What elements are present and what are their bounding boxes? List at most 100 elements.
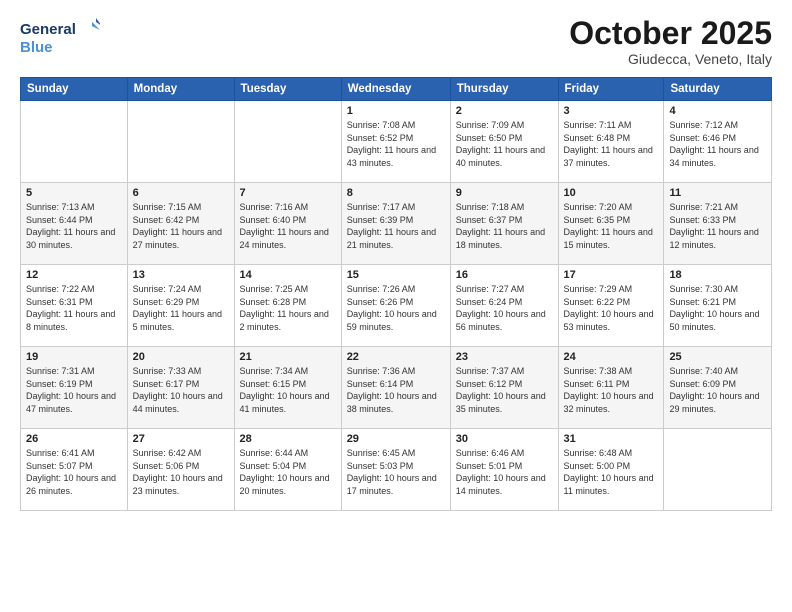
svg-text:Blue: Blue <box>20 39 53 56</box>
day-info: Sunrise: 7:20 AM Sunset: 6:35 PM Dayligh… <box>564 201 659 251</box>
day-number: 22 <box>347 351 445 363</box>
day-info: Sunrise: 7:22 AM Sunset: 6:31 PM Dayligh… <box>26 283 122 333</box>
day-number: 18 <box>669 269 766 281</box>
day-number: 29 <box>347 433 445 445</box>
day-number: 16 <box>456 269 553 281</box>
col-friday: Friday <box>558 78 664 101</box>
day-info: Sunrise: 6:42 AM Sunset: 5:06 PM Dayligh… <box>133 447 229 497</box>
calendar-cell: 26 Sunrise: 6:41 AM Sunset: 5:07 PM Dayli… <box>21 429 128 511</box>
day-info: Sunrise: 7:09 AM Sunset: 6:50 PM Dayligh… <box>456 119 553 169</box>
day-info: Sunrise: 7:24 AM Sunset: 6:29 PM Dayligh… <box>133 283 229 333</box>
calendar-header-row: Sunday Monday Tuesday Wednesday Thursday… <box>21 78 772 101</box>
col-sunday: Sunday <box>21 78 128 101</box>
day-number: 2 <box>456 105 553 117</box>
calendar-table: Sunday Monday Tuesday Wednesday Thursday… <box>20 77 772 511</box>
day-info: Sunrise: 7:21 AM Sunset: 6:33 PM Dayligh… <box>669 201 766 251</box>
page: General Blue October 2025 Giudecca, Vene… <box>0 0 792 612</box>
day-info: Sunrise: 6:48 AM Sunset: 5:00 PM Dayligh… <box>564 447 659 497</box>
day-info: Sunrise: 7:25 AM Sunset: 6:28 PM Dayligh… <box>240 283 336 333</box>
day-number: 11 <box>669 187 766 199</box>
day-info: Sunrise: 7:16 AM Sunset: 6:40 PM Dayligh… <box>240 201 336 251</box>
day-number: 26 <box>26 433 122 445</box>
calendar-cell: 7 Sunrise: 7:16 AM Sunset: 6:40 PM Daylig… <box>234 183 341 265</box>
day-info: Sunrise: 7:26 AM Sunset: 6:26 PM Dayligh… <box>347 283 445 333</box>
col-saturday: Saturday <box>664 78 772 101</box>
calendar-cell: 12Sunrise: 7:22 AM Sunset: 6:31 PM Dayli… <box>21 265 128 347</box>
calendar-cell: 1 Sunrise: 7:08 AM Sunset: 6:52 PM Daylig… <box>341 101 450 183</box>
calendar-cell: 27 Sunrise: 6:42 AM Sunset: 5:06 PM Dayli… <box>127 429 234 511</box>
day-info: Sunrise: 7:40 AM Sunset: 6:09 PM Dayligh… <box>669 365 766 415</box>
calendar-cell: 22 Sunrise: 7:36 AM Sunset: 6:14 PM Dayli… <box>341 347 450 429</box>
calendar-cell: 13 Sunrise: 7:24 AM Sunset: 6:29 PM Dayli… <box>127 265 234 347</box>
day-number: 30 <box>456 433 553 445</box>
col-thursday: Thursday <box>450 78 558 101</box>
day-info: Sunrise: 7:37 AM Sunset: 6:12 PM Dayligh… <box>456 365 553 415</box>
calendar-cell: 9Sunrise: 7:18 AM Sunset: 6:37 PM Daylig… <box>450 183 558 265</box>
day-info: Sunrise: 6:44 AM Sunset: 5:04 PM Dayligh… <box>240 447 336 497</box>
calendar-cell: 14 Sunrise: 7:25 AM Sunset: 6:28 PM Dayli… <box>234 265 341 347</box>
calendar-cell: 30 Sunrise: 6:46 AM Sunset: 5:01 PM Dayli… <box>450 429 558 511</box>
day-number: 19 <box>26 351 122 363</box>
calendar-cell <box>234 101 341 183</box>
day-number: 8 <box>347 187 445 199</box>
day-number: 7 <box>240 187 336 199</box>
day-number: 4 <box>669 105 766 117</box>
day-info: Sunrise: 7:17 AM Sunset: 6:39 PM Dayligh… <box>347 201 445 251</box>
day-info: Sunrise: 7:31 AM Sunset: 6:19 PM Dayligh… <box>26 365 122 415</box>
day-info: Sunrise: 6:46 AM Sunset: 5:01 PM Dayligh… <box>456 447 553 497</box>
logo-svg: General Blue <box>20 16 100 58</box>
day-number: 28 <box>240 433 336 445</box>
day-number: 1 <box>347 105 445 117</box>
calendar-cell: 15 Sunrise: 7:26 AM Sunset: 6:26 PM Dayli… <box>341 265 450 347</box>
calendar-cell: 10 Sunrise: 7:20 AM Sunset: 6:35 PM Dayli… <box>558 183 664 265</box>
calendar-week-row: 12Sunrise: 7:22 AM Sunset: 6:31 PM Dayli… <box>21 265 772 347</box>
col-monday: Monday <box>127 78 234 101</box>
calendar-cell: 29 Sunrise: 6:45 AM Sunset: 5:03 PM Dayli… <box>341 429 450 511</box>
day-number: 14 <box>240 269 336 281</box>
location-subtitle: Giudecca, Veneto, Italy <box>569 51 772 67</box>
title-block: October 2025 Giudecca, Veneto, Italy <box>569 16 772 67</box>
calendar-cell: 25 Sunrise: 7:40 AM Sunset: 6:09 PM Dayli… <box>664 347 772 429</box>
calendar-cell: 20Sunrise: 7:33 AM Sunset: 6:17 PM Dayli… <box>127 347 234 429</box>
day-info: Sunrise: 7:15 AM Sunset: 6:42 PM Dayligh… <box>133 201 229 251</box>
calendar-cell <box>664 429 772 511</box>
day-number: 17 <box>564 269 659 281</box>
day-number: 15 <box>347 269 445 281</box>
calendar-cell: 11 Sunrise: 7:21 AM Sunset: 6:33 PM Dayli… <box>664 183 772 265</box>
calendar-cell: 6Sunrise: 7:15 AM Sunset: 6:42 PM Daylig… <box>127 183 234 265</box>
day-info: Sunrise: 7:12 AM Sunset: 6:46 PM Dayligh… <box>669 119 766 169</box>
calendar-cell: 18 Sunrise: 7:30 AM Sunset: 6:21 PM Dayli… <box>664 265 772 347</box>
day-info: Sunrise: 7:13 AM Sunset: 6:44 PM Dayligh… <box>26 201 122 251</box>
calendar-cell: 31 Sunrise: 6:48 AM Sunset: 5:00 PM Dayli… <box>558 429 664 511</box>
day-info: Sunrise: 7:30 AM Sunset: 6:21 PM Dayligh… <box>669 283 766 333</box>
day-info: Sunrise: 7:29 AM Sunset: 6:22 PM Dayligh… <box>564 283 659 333</box>
day-number: 24 <box>564 351 659 363</box>
calendar-week-row: 19 Sunrise: 7:31 AM Sunset: 6:19 PM Dayli… <box>21 347 772 429</box>
calendar-cell: 5Sunrise: 7:13 AM Sunset: 6:44 PM Daylig… <box>21 183 128 265</box>
col-wednesday: Wednesday <box>341 78 450 101</box>
day-info: Sunrise: 7:27 AM Sunset: 6:24 PM Dayligh… <box>456 283 553 333</box>
calendar-cell <box>127 101 234 183</box>
calendar-week-row: 1 Sunrise: 7:08 AM Sunset: 6:52 PM Daylig… <box>21 101 772 183</box>
calendar-cell: 3Sunrise: 7:11 AM Sunset: 6:48 PM Daylig… <box>558 101 664 183</box>
calendar-cell: 23 Sunrise: 7:37 AM Sunset: 6:12 PM Dayli… <box>450 347 558 429</box>
day-number: 25 <box>669 351 766 363</box>
calendar-cell: 8 Sunrise: 7:17 AM Sunset: 6:39 PM Daylig… <box>341 183 450 265</box>
day-number: 10 <box>564 187 659 199</box>
calendar-cell: 16 Sunrise: 7:27 AM Sunset: 6:24 PM Dayli… <box>450 265 558 347</box>
day-info: Sunrise: 7:08 AM Sunset: 6:52 PM Dayligh… <box>347 119 445 169</box>
day-info: Sunrise: 7:36 AM Sunset: 6:14 PM Dayligh… <box>347 365 445 415</box>
day-number: 23 <box>456 351 553 363</box>
day-number: 27 <box>133 433 229 445</box>
calendar-week-row: 26 Sunrise: 6:41 AM Sunset: 5:07 PM Dayli… <box>21 429 772 511</box>
calendar-cell: 17 Sunrise: 7:29 AM Sunset: 6:22 PM Dayli… <box>558 265 664 347</box>
calendar-week-row: 5Sunrise: 7:13 AM Sunset: 6:44 PM Daylig… <box>21 183 772 265</box>
day-info: Sunrise: 6:45 AM Sunset: 5:03 PM Dayligh… <box>347 447 445 497</box>
logo: General Blue <box>20 16 100 63</box>
day-info: Sunrise: 6:41 AM Sunset: 5:07 PM Dayligh… <box>26 447 122 497</box>
calendar-cell: 2 Sunrise: 7:09 AM Sunset: 6:50 PM Daylig… <box>450 101 558 183</box>
day-number: 13 <box>133 269 229 281</box>
day-info: Sunrise: 7:34 AM Sunset: 6:15 PM Dayligh… <box>240 365 336 415</box>
day-number: 31 <box>564 433 659 445</box>
day-info: Sunrise: 7:11 AM Sunset: 6:48 PM Dayligh… <box>564 119 659 169</box>
